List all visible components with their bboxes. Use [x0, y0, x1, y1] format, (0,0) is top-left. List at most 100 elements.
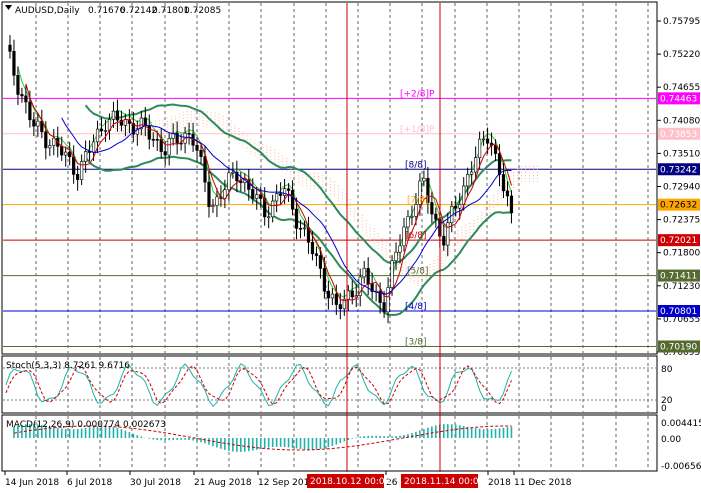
bar-body-121 — [485, 138, 490, 144]
bar-body-25 — [103, 130, 108, 132]
bar-body-38 — [155, 139, 159, 141]
murrey-label-1: [+1/8]P — [400, 125, 435, 135]
bar-body-66 — [267, 216, 271, 219]
bar-body-1 — [8, 44, 12, 52]
bar-body-102 — [410, 215, 414, 218]
chart-canvas[interactable]: AUDUSD,Daily 0.71676 0.72142 0.71801 0.7… — [0, 0, 701, 493]
bar-body-22 — [91, 141, 96, 153]
bar-body-124 — [497, 153, 502, 175]
murrey-label-3: [7/8] — [407, 196, 429, 206]
bar-body-115 — [462, 185, 466, 205]
chart-title: AUDUSD,Daily — [15, 6, 80, 16]
price-tag-text-3: 0.72632 — [660, 201, 697, 211]
bar-body-59 — [239, 180, 243, 184]
bar-body-5 — [24, 95, 28, 103]
bar-body-74 — [298, 228, 303, 230]
bar-body-80 — [322, 268, 327, 292]
bar-body-91 — [366, 268, 370, 284]
bar-body-37 — [151, 138, 155, 141]
bar-body-116 — [466, 174, 470, 187]
bar-body-27 — [111, 110, 116, 120]
bar-body-118 — [474, 157, 478, 173]
bar-body-114 — [458, 204, 462, 209]
time-axis: 14 Jun 2018 6 Jul 2018 30 Jul 2018 21 Aug 2… — [4, 471, 572, 488]
bar-body-95 — [382, 302, 386, 313]
bar-body-51 — [207, 181, 211, 207]
bar-body-11 — [48, 145, 52, 149]
stoch-label: Stoch(5,3,3) 8.7261 9.6716 — [6, 361, 130, 371]
scale-label-2: 0.74655 — [663, 83, 700, 93]
bar-body-6 — [28, 101, 32, 121]
bar-body-75 — [302, 227, 307, 230]
bar-body-71 — [286, 188, 291, 191]
stoch-scale-0: 0 — [661, 404, 667, 414]
bar-body-120 — [481, 138, 486, 141]
bar-body-81 — [326, 290, 330, 299]
bar-body-68 — [275, 193, 279, 202]
stoch-scale-80: 80 — [661, 365, 673, 375]
bar-body-70 — [282, 188, 287, 196]
bar-body-14 — [60, 146, 64, 156]
murrey-label-0: [+2/8]P — [400, 89, 435, 99]
bar-body-77 — [310, 241, 315, 255]
bar-body-83 — [334, 293, 338, 305]
bar-body-3 — [16, 74, 20, 95]
mt4-chart-window[interactable]: AUDUSD,Daily 0.71676 0.72142 0.71801 0.7… — [0, 0, 701, 493]
bar-body-28 — [115, 110, 120, 121]
murrey-label-6: [4/8] — [405, 302, 427, 312]
bar-body-4 — [20, 94, 24, 97]
bar-body-16 — [68, 151, 72, 158]
scale-label-7: 0.71800 — [663, 249, 700, 259]
bar-body-97 — [390, 260, 394, 288]
bar-body-125 — [501, 174, 506, 192]
macd-scale-top: 0.004415 — [661, 419, 701, 429]
scale-label-5: 0.72940 — [663, 183, 700, 193]
macd-scale-zero: 0.00 — [661, 435, 681, 445]
bar-body-15 — [64, 151, 68, 156]
scale-label-4: 0.73510 — [663, 149, 700, 159]
scale-label-6: 0.72375 — [663, 216, 700, 226]
time-label-6: 2018 — [488, 478, 511, 488]
bar-body-57 — [231, 171, 235, 174]
bar-body-84 — [338, 304, 342, 310]
bar-body-127 — [509, 195, 514, 214]
time-label-4: 12 Sep 2018 — [258, 478, 315, 488]
bar-body-73 — [294, 208, 299, 229]
bar-body-24 — [99, 128, 104, 132]
murrey-label-7: [3/8] — [405, 337, 427, 347]
macd-scale-bottom: -0.006567 — [661, 462, 701, 472]
bar-body-113 — [454, 206, 458, 209]
bar-body-10 — [44, 131, 48, 149]
bar-body-12 — [52, 137, 56, 146]
bar-body-36 — [147, 125, 151, 140]
price-tag-text-4: 0.72021 — [660, 236, 697, 246]
bar-body-69 — [279, 193, 283, 196]
time-label-2: 30 Jul 2018 — [130, 478, 181, 488]
price-tag-text-2: 0.73242 — [660, 165, 697, 175]
bar-body-63 — [255, 194, 259, 199]
bar-body-49 — [199, 150, 203, 157]
bar-body-62 — [251, 189, 255, 199]
bar-body-107 — [430, 202, 434, 215]
bar-body-52 — [211, 205, 215, 207]
bar-body-108 — [434, 213, 438, 220]
bar-body-53 — [215, 196, 219, 206]
ohlc-close: 0.72085 — [184, 6, 221, 16]
bar-body-101 — [406, 216, 410, 228]
time-marker-label-1: 2018.10.12 00:00 — [310, 477, 391, 487]
time-label-0: 14 Jun 2018 — [5, 478, 59, 488]
bar-body-67 — [271, 200, 275, 218]
price-tag-text-0: 0.74463 — [660, 94, 697, 104]
scale-label-0: 0.75795 — [663, 17, 700, 27]
bar-body-72 — [290, 190, 295, 210]
bar-body-30 — [123, 119, 127, 126]
bar-body-23 — [95, 128, 100, 143]
bar-body-64 — [259, 194, 263, 199]
bar-body-20 — [84, 151, 88, 162]
bar-body-40 — [163, 151, 167, 156]
bar-body-96 — [386, 287, 390, 313]
bar-body-98 — [394, 251, 398, 261]
time-label-1: 6 Jul 2018 — [67, 478, 112, 488]
bar-body-82 — [330, 293, 334, 299]
bar-body-7 — [32, 119, 36, 127]
